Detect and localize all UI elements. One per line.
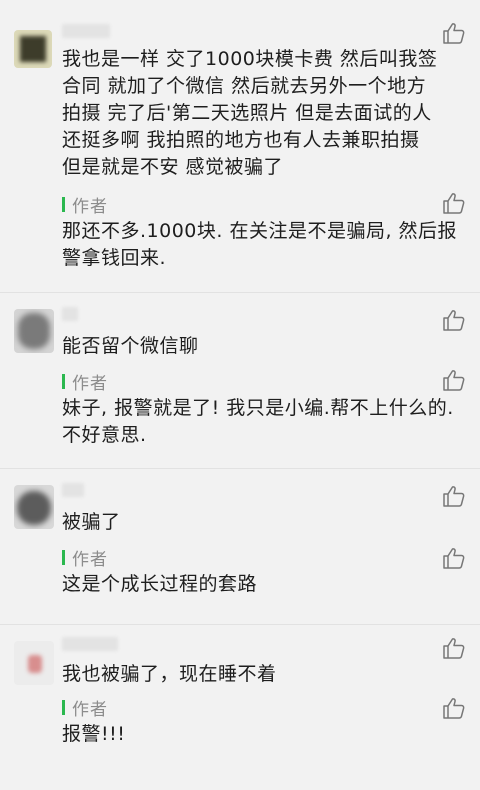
comment-item: 能否留个微信聊 作者 妹子, 报警就是了! 我只是小编.帮不上什么的. 不好意思… xyxy=(0,293,480,463)
author-tag-bar xyxy=(62,196,65,212)
thumbs-up-icon[interactable] xyxy=(442,637,466,659)
comment-text: 我也被骗了，现在睡不着 xyxy=(62,663,277,685)
avatar[interactable] xyxy=(14,309,54,353)
avatar[interactable] xyxy=(14,485,54,529)
author-label: 作者 xyxy=(72,373,108,394)
comment-text: 能否留个微信聊 xyxy=(62,335,199,357)
thumbs-up-icon[interactable] xyxy=(442,369,466,391)
thumbs-up-icon[interactable] xyxy=(442,547,466,569)
author-reply-tag: 作者 xyxy=(62,697,108,720)
thumbs-up-icon[interactable] xyxy=(442,485,466,507)
author-reply-text: 报警!!! xyxy=(62,723,126,745)
author-label: 作者 xyxy=(72,549,108,570)
author-reply-tag: 作者 xyxy=(62,194,108,217)
author-tag-bar xyxy=(62,549,65,565)
author-label: 作者 xyxy=(72,699,108,720)
comments-page: 我也是一样 交了1000块模卡费 然后叫我签 合同 就加了个微信 然后就去另外一… xyxy=(0,0,480,790)
thumbs-up-icon[interactable] xyxy=(442,192,466,214)
author-tag-bar xyxy=(62,699,65,715)
author-label: 作者 xyxy=(72,196,108,217)
thumbs-up-icon[interactable] xyxy=(442,309,466,331)
author-reply-text: 那还不多.1000块. 在关注是不是骗局, 然后报 警拿钱回来. xyxy=(62,220,458,269)
author-reply-tag: 作者 xyxy=(62,547,108,570)
thumbs-up-icon[interactable] xyxy=(442,697,466,719)
comment-text: 我也是一样 交了1000块模卡费 然后叫我签 合同 就加了个微信 然后就去另外一… xyxy=(62,48,438,178)
comment-item: 我也是一样 交了1000块模卡费 然后叫我签 合同 就加了个微信 然后就去另外一… xyxy=(0,0,480,290)
author-reply-text: 妹子, 报警就是了! 我只是小编.帮不上什么的. 不好意思. xyxy=(62,397,454,446)
author-tag-bar xyxy=(62,373,65,389)
author-reply-tag: 作者 xyxy=(62,371,108,394)
commenter-name xyxy=(62,483,84,497)
comment-text: 被骗了 xyxy=(62,511,121,533)
thumbs-up-icon[interactable] xyxy=(442,22,466,44)
commenter-name xyxy=(62,24,110,38)
commenter-name xyxy=(62,637,118,651)
avatar[interactable] xyxy=(14,30,52,68)
comment-item: 被骗了 作者 这是个成长过程的套路 xyxy=(0,469,480,619)
commenter-name xyxy=(62,307,78,321)
comment-item: 我也被骗了，现在睡不着 作者 报警!!! xyxy=(0,625,480,790)
avatar[interactable] xyxy=(14,641,54,685)
author-reply-text: 这是个成长过程的套路 xyxy=(62,573,258,595)
